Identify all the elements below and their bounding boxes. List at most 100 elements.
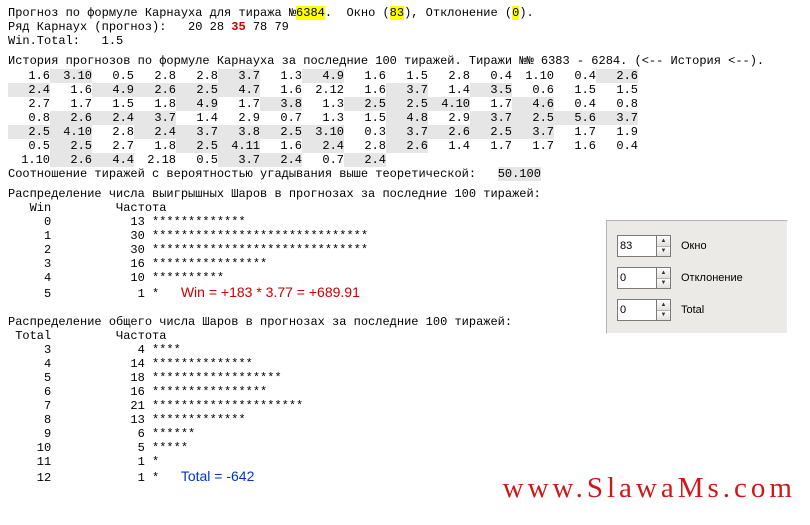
history-cell: 4.8 <box>386 111 428 125</box>
history-cell: 3.8 <box>218 125 260 139</box>
history-cell: 1.6 <box>8 69 50 83</box>
history-cell <box>470 153 512 167</box>
history-cell: 3.8 <box>260 97 302 111</box>
history-cell: 2.9 <box>218 111 260 125</box>
history-cell <box>386 153 428 167</box>
forecast-n3: 35 <box>231 20 245 34</box>
history-cell: 1.4 <box>176 111 218 125</box>
history-cell: 1.5 <box>386 69 428 83</box>
history-cell: 4.11 <box>218 139 260 153</box>
forecast-n2: 28 <box>210 20 224 34</box>
history-cell: 2.8 <box>176 69 218 83</box>
panel-row-total: ▲ ▼ Total <box>617 299 777 321</box>
history-cell: 1.4 <box>428 139 470 153</box>
total-up-button[interactable]: ▲ <box>657 300 670 311</box>
history-cell: 1.9 <box>596 125 638 139</box>
win-formula: Win = +183 * 3.77 = +689.91 <box>181 284 360 300</box>
history-cell: 2.4 <box>260 153 302 167</box>
dist-win-header: Распределение числа выигрышных Шаров в п… <box>8 187 802 201</box>
title-prefix1: Прогноз по формуле Карнауха для тиража № <box>8 6 296 20</box>
history-cell: 3.7 <box>386 125 428 139</box>
history-cell: 3.7 <box>596 111 638 125</box>
history-cell <box>512 153 554 167</box>
history-cell: 1.3 <box>302 97 344 111</box>
total-formula: Total = -642 <box>181 468 255 484</box>
history-cell: 2.6 <box>50 153 92 167</box>
history-cell: 0.5 <box>8 139 50 153</box>
list-item: 6 16 **************** <box>8 385 802 399</box>
title-prefix3: ), Отклонение ( <box>404 6 512 20</box>
history-cell: 1.6 <box>344 69 386 83</box>
table-row: 2.54.102.82.43.73.82.53.100.33.72.62.53.… <box>8 125 638 139</box>
win-total-line: Win.Total: 1.5 <box>8 34 802 48</box>
title-prefix4: ). <box>519 6 533 20</box>
history-cell: 2.5 <box>8 125 50 139</box>
history-cell: 1.3 <box>260 69 302 83</box>
history-cell: 2.5 <box>386 97 428 111</box>
history-cell: 0.3 <box>344 125 386 139</box>
history-cell: 2.4 <box>134 125 176 139</box>
history-cell: 1.5 <box>344 111 386 125</box>
table-row: 2.41.64.92.62.54.71.62.121.63.71.43.50.6… <box>8 83 638 97</box>
history-cell: 2.6 <box>386 139 428 153</box>
history-cell: 1.4 <box>428 83 470 97</box>
deviation-spinner[interactable]: ▲ ▼ <box>617 267 671 289</box>
title-line: Прогноз по формуле Карнауха для тиража №… <box>8 6 802 20</box>
deviation-label: Отклонение <box>681 272 743 284</box>
history-cell <box>428 153 470 167</box>
draw-number: 6384 <box>296 6 325 20</box>
table-row: 1.102.64.42.180.53.72.40.72.4 <box>8 153 638 167</box>
total-input[interactable] <box>618 300 656 320</box>
history-cell: 0.4 <box>554 69 596 83</box>
history-cell: 1.10 <box>512 69 554 83</box>
history-cell: 1.6 <box>50 83 92 97</box>
history-cell: 2.6 <box>134 83 176 97</box>
list-item: 11 1 * <box>8 455 802 469</box>
history-cell: 1.6 <box>344 83 386 97</box>
total-spinner[interactable]: ▲ ▼ <box>617 299 671 321</box>
history-cell: 1.5 <box>554 83 596 97</box>
deviation-input[interactable] <box>618 268 656 288</box>
history-cell: 3.10 <box>302 125 344 139</box>
history-cell: 4.9 <box>302 69 344 83</box>
history-cell: 2.4 <box>8 83 50 97</box>
list-item: 5 18 ****************** <box>8 371 802 385</box>
history-cell: 4.9 <box>176 97 218 111</box>
history-cell: 5.6 <box>554 111 596 125</box>
history-cell: 0.5 <box>92 69 134 83</box>
list-item: 3 4 **** <box>8 343 802 357</box>
history-cell: 2.12 <box>302 83 344 97</box>
history-cell: 1.7 <box>218 97 260 111</box>
history-cell: 3.5 <box>470 83 512 97</box>
history-cell: 0.7 <box>260 111 302 125</box>
history-cell: 1.6 <box>554 139 596 153</box>
history-cell: 0.4 <box>470 69 512 83</box>
history-cell: 2.8 <box>92 125 134 139</box>
window-down-button[interactable]: ▼ <box>657 247 670 257</box>
panel-row-deviation: ▲ ▼ Отклонение <box>617 267 777 289</box>
window-input[interactable] <box>618 236 656 256</box>
deviation-down-button[interactable]: ▼ <box>657 279 670 289</box>
history-cell: 2.5 <box>344 97 386 111</box>
deviation-up-button[interactable]: ▲ <box>657 268 670 279</box>
history-cell: 2.18 <box>134 153 176 167</box>
total-down-button[interactable]: ▼ <box>657 311 670 321</box>
history-cell: 2.4 <box>344 153 386 167</box>
history-cell: 0.7 <box>302 153 344 167</box>
history-cell: 1.7 <box>50 97 92 111</box>
history-cell: 1.7 <box>512 139 554 153</box>
title-prefix2: . Окно ( <box>325 6 390 20</box>
forecast-n4: 78 <box>253 20 267 34</box>
history-cell: 0.5 <box>176 153 218 167</box>
history-cell: 2.5 <box>50 139 92 153</box>
history-cell: 2.8 <box>428 69 470 83</box>
history-cell: 0.8 <box>596 97 638 111</box>
history-cell: 3.7 <box>470 111 512 125</box>
list-item: 10 5 ***** <box>8 441 802 455</box>
history-cell <box>554 153 596 167</box>
window-up-button[interactable]: ▲ <box>657 236 670 247</box>
settings-panel: ▲ ▼ Окно ▲ ▼ Отклонение ▲ ▼ Total <box>606 220 788 334</box>
history-cell: 2.4 <box>92 111 134 125</box>
window-spinner[interactable]: ▲ ▼ <box>617 235 671 257</box>
match-prefix: Соотношение тиражей с вероятностью угады… <box>8 167 498 181</box>
